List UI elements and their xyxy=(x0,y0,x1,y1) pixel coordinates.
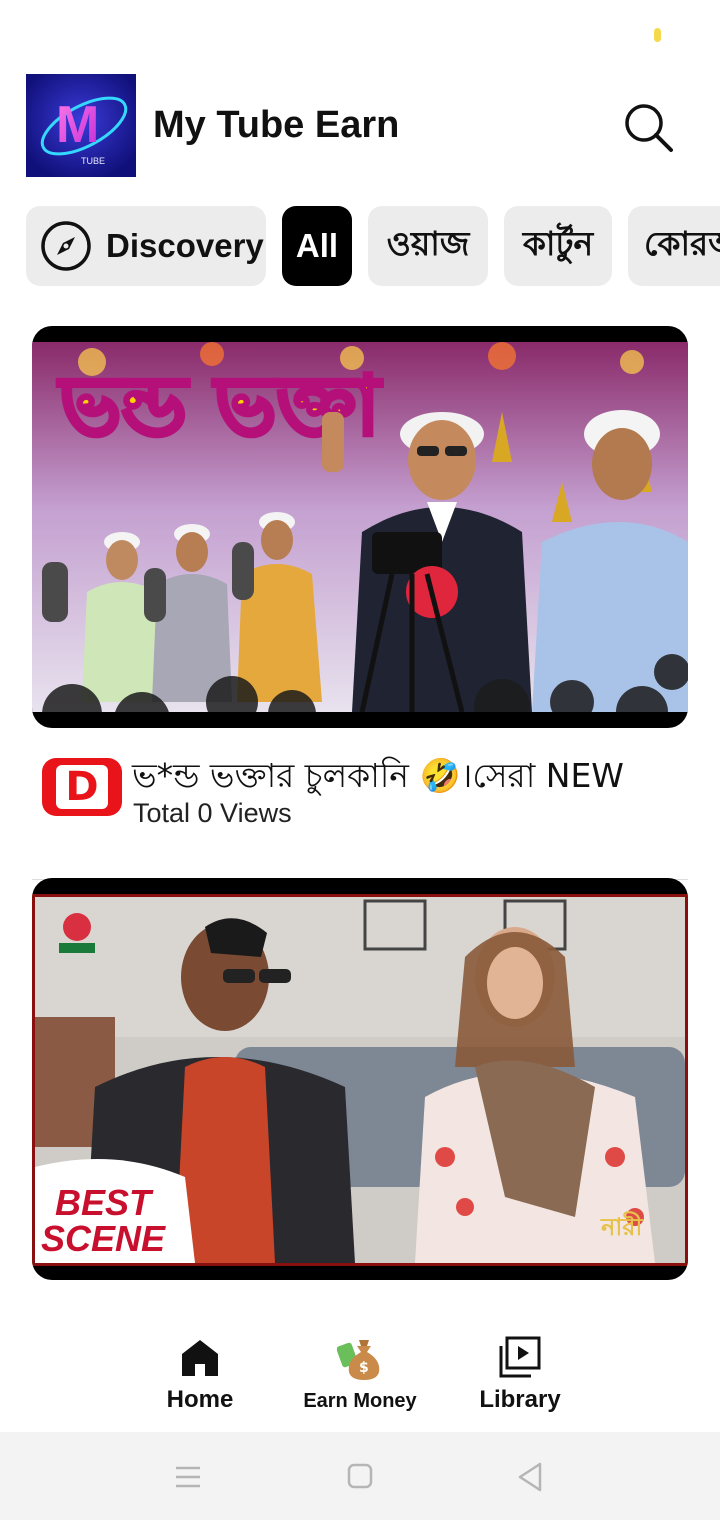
svg-text:TUBE: TUBE xyxy=(81,156,105,166)
video-views: Total 0 Views xyxy=(133,798,292,828)
nav-earn-money-label: Earn Money xyxy=(303,1390,417,1412)
app-logo: M TUBE xyxy=(26,74,136,177)
channel-avatar-letter: D xyxy=(56,764,108,810)
nav-home[interactable]: Home xyxy=(120,1326,280,1430)
video-thumbnail[interactable]: BEST SCENE নারী xyxy=(32,894,688,1266)
money-bag-icon: $ xyxy=(337,1340,380,1380)
chip-label: Discovery xyxy=(106,227,264,264)
video-thumbnail-frame[interactable]: ভন্ড ভক্তা xyxy=(32,326,688,728)
video-card[interactable]: BEST SCENE নারী xyxy=(32,878,688,1280)
chip-all[interactable]: All xyxy=(282,206,352,286)
channel-avatar[interactable]: D xyxy=(42,758,122,816)
system-navigation-bar xyxy=(0,1432,720,1520)
chip-waz[interactable]: ওয়াজ xyxy=(368,206,488,286)
nav-earn-money[interactable]: $ Earn Money xyxy=(280,1326,440,1430)
search-icon xyxy=(625,104,673,152)
svg-text:BEST: BEST xyxy=(55,1182,154,1223)
video-card[interactable]: ভন্ড ভক্তা D ভ*ন্ড ভক্তার চুলকানি 🤣।সেরা… xyxy=(32,326,688,828)
menu-icon[interactable] xyxy=(168,1460,208,1494)
back-triangle-icon[interactable] xyxy=(510,1460,550,1494)
svg-text:M: M xyxy=(56,96,99,154)
nav-library[interactable]: Library xyxy=(440,1326,600,1430)
chip-quran[interactable]: কোরআ xyxy=(628,206,720,286)
video-meta: D ভ*ন্ড ভক্তার চুলকানি 🤣।সেরা NEW Total … xyxy=(42,746,688,836)
status-indicator xyxy=(654,28,661,42)
compass-icon xyxy=(41,221,91,271)
svg-text:$: $ xyxy=(359,1360,369,1376)
bottom-navigation: Home $ Earn Money Library xyxy=(0,1326,720,1430)
video-thumbnail-frame[interactable]: BEST SCENE নারী xyxy=(32,878,688,1280)
svg-text:নারী: নারী xyxy=(600,1211,643,1241)
home-icon xyxy=(182,1340,218,1376)
nav-library-label: Library xyxy=(479,1386,561,1413)
chip-cartoon[interactable]: কার্টুন xyxy=(504,206,612,286)
app-title: My Tube Earn xyxy=(153,104,400,146)
app-header: M TUBE My Tube Earn xyxy=(0,74,720,178)
svg-text:SCENE: SCENE xyxy=(41,1218,166,1259)
video-thumbnail[interactable]: ভন্ড ভক্তা xyxy=(32,342,688,712)
search-button[interactable] xyxy=(620,100,676,156)
nav-home-label: Home xyxy=(166,1386,234,1413)
home-square-icon[interactable] xyxy=(340,1460,380,1494)
library-icon xyxy=(499,1336,541,1378)
category-chips: Discovery All ওয়াজ কার্টুন কোরআ xyxy=(0,206,720,286)
chip-discovery[interactable]: Discovery xyxy=(26,206,266,286)
